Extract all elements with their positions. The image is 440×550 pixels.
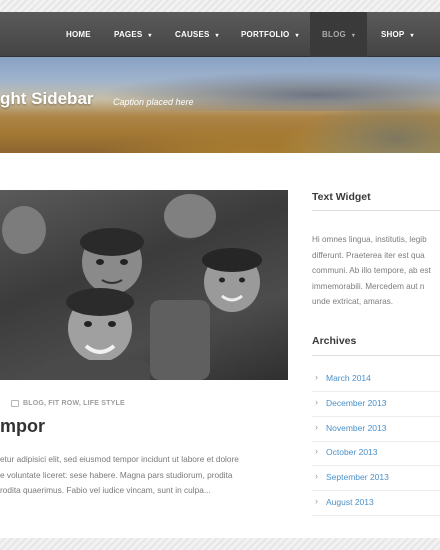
- archive-link-september-2013[interactable]: › September 2013: [312, 466, 440, 491]
- archive-link-label[interactable]: December 2013: [326, 398, 386, 408]
- post-excerpt-line: rodita quaerimus. Fabio vel iudice vinca…: [0, 485, 211, 495]
- nav-item-shop[interactable]: SHOP ▾: [381, 12, 414, 57]
- chevron-right-icon: ›: [315, 471, 318, 481]
- post-excerpt-line: e voluntate liceret: sese habere. Magna …: [0, 469, 233, 480]
- widget-divider: [312, 210, 440, 211]
- page: HOME PAGES ▾ CAUSES ▾ PORTFOLIO ▾ BLOG ▾ SHO…: [0, 12, 440, 538]
- page-title-banner: ght Sidebar Caption placed here: [0, 57, 440, 153]
- text-widget-line: communi. Ab illo tempore, ab est: [312, 266, 431, 275]
- widget-divider: [312, 355, 440, 356]
- post-featured-image[interactable]: [0, 190, 288, 380]
- banner-landscape-decoration: [300, 97, 440, 153]
- nav-item-pages[interactable]: PAGES ▾: [114, 12, 152, 57]
- archive-link-label[interactable]: August 2013: [326, 497, 374, 507]
- archive-link-label[interactable]: November 2013: [326, 423, 386, 433]
- nav-item-causes[interactable]: CAUSES ▾: [175, 12, 219, 57]
- nav-item-portfolio[interactable]: PORTFOLIO ▾: [241, 12, 299, 57]
- text-widget-line: immemorabili. Mercedem aut n: [312, 281, 425, 291]
- post-title[interactable]: mpor: [0, 416, 45, 437]
- archive-link-november-2013[interactable]: › November 2013: [312, 417, 440, 442]
- page-caption: Caption placed here: [113, 97, 194, 107]
- children-photo-illustration: [2, 194, 262, 380]
- nav-label-causes: CAUSES: [175, 30, 210, 39]
- archive-link-october-2013[interactable]: › October 2013: [312, 441, 440, 466]
- chevron-down-icon: ▾: [215, 33, 219, 39]
- archive-link-label[interactable]: March 2014: [326, 373, 371, 383]
- nav-label-pages: PAGES: [114, 30, 143, 39]
- nav-item-blog[interactable]: BLOG ▾: [310, 12, 368, 57]
- archive-link-label[interactable]: September 2013: [326, 472, 389, 482]
- nav-label-shop: SHOP: [381, 30, 405, 39]
- chevron-right-icon: ›: [315, 422, 318, 432]
- nav-item-home[interactable]: HOME: [66, 12, 91, 57]
- chevron-right-icon: ›: [315, 397, 318, 407]
- text-widget-title: Text Widget: [312, 191, 371, 203]
- main-navigation: HOME PAGES ▾ CAUSES ▾ PORTFOLIO ▾ BLOG ▾ SHO…: [0, 12, 440, 57]
- folder-icon: [11, 400, 19, 407]
- text-widget-line: Hi omnes lingua, institutis, legib: [312, 235, 427, 244]
- archive-link-march-2014[interactable]: › March 2014: [312, 367, 440, 392]
- archive-link-label[interactable]: October 2013: [326, 447, 378, 457]
- chevron-down-icon: ▾: [148, 33, 152, 39]
- chevron-right-icon: ›: [315, 496, 318, 506]
- nav-label-home: HOME: [66, 30, 91, 39]
- archive-link-december-2013[interactable]: › December 2013: [312, 392, 440, 417]
- chevron-down-icon: ▾: [410, 33, 414, 39]
- text-widget-line: differunt. Praeterea iter est qua: [312, 250, 425, 260]
- chevron-right-icon: ›: [315, 372, 318, 382]
- page-title: ght Sidebar: [0, 89, 94, 108]
- post-excerpt-line: etur adipisici elit, sed eiusmod tempor …: [0, 454, 239, 464]
- text-widget-body: Hi omnes lingua, institutis, legib diffe…: [312, 232, 431, 310]
- post-excerpt: etur adipisici elit, sed eiusmod tempor …: [0, 452, 290, 499]
- nav-label-blog: BLOG: [322, 30, 346, 39]
- chevron-down-icon: ▾: [295, 33, 299, 39]
- chevron-down-icon: ▾: [351, 33, 356, 39]
- archives-widget-title: Archives: [312, 335, 357, 347]
- nav-label-portfolio: PORTFOLIO: [241, 30, 290, 39]
- text-widget-line: unde extricat, amaras.: [312, 297, 394, 306]
- post-categories[interactable]: BLOG, FIT ROW, LIFE STYLE: [23, 400, 125, 407]
- chevron-right-icon: ›: [315, 446, 318, 456]
- archive-link-august-2013[interactable]: › August 2013: [312, 491, 440, 516]
